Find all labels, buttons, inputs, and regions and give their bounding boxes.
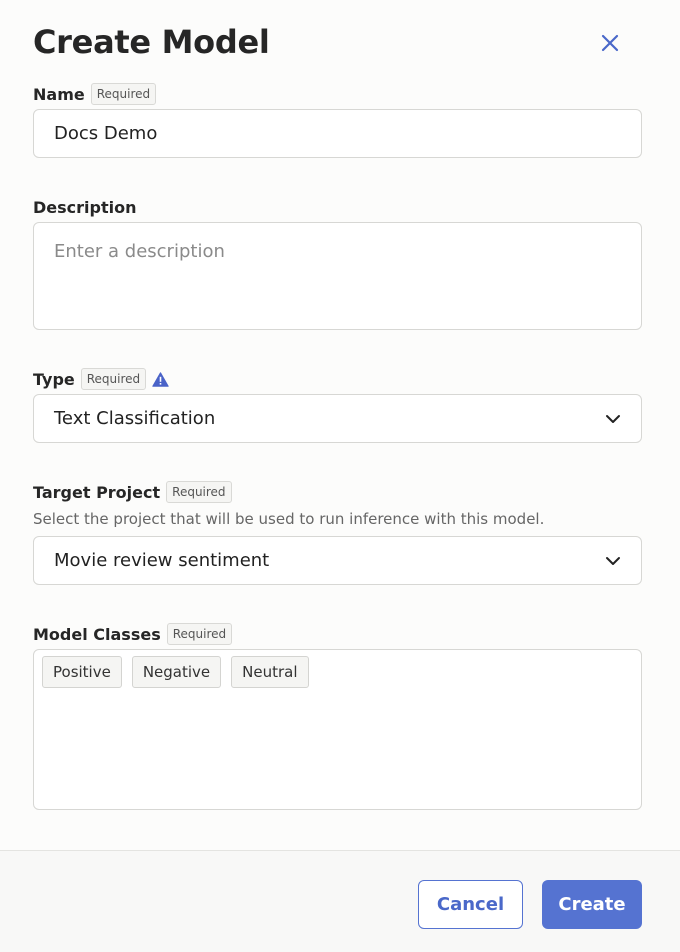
cancel-button[interactable]: Cancel bbox=[418, 880, 523, 929]
dialog-footer: Cancel Create bbox=[0, 850, 680, 952]
chevron-down-icon bbox=[606, 414, 620, 423]
chevron-down-icon bbox=[606, 556, 620, 565]
required-badge: Required bbox=[90, 83, 157, 105]
warning-triangle-icon bbox=[152, 371, 169, 387]
description-input[interactable] bbox=[33, 222, 642, 330]
type-select[interactable]: Text Classification bbox=[33, 394, 642, 443]
close-icon bbox=[601, 34, 619, 52]
target-project-helper-text: Select the project that will be used to … bbox=[33, 510, 545, 528]
target-project-select[interactable]: Movie review sentiment bbox=[33, 536, 642, 585]
target-project-label: Target Project bbox=[33, 482, 161, 502]
name-label: Name bbox=[33, 84, 85, 104]
dialog-title: Create Model bbox=[33, 23, 270, 61]
type-select-value: Text Classification bbox=[54, 408, 216, 429]
description-label-row: Description bbox=[33, 194, 136, 220]
type-label-row: Type Required bbox=[33, 366, 169, 392]
class-tag-positive[interactable]: Positive bbox=[42, 656, 122, 688]
model-classes-label: Model Classes bbox=[33, 624, 161, 644]
description-label: Description bbox=[33, 197, 137, 217]
class-tag-neutral[interactable]: Neutral bbox=[231, 656, 309, 688]
model-classes-label-row: Model Classes Required bbox=[33, 621, 233, 647]
model-classes-input[interactable]: Positive Negative Neutral bbox=[33, 649, 642, 810]
create-button[interactable]: Create bbox=[542, 880, 642, 929]
required-badge: Required bbox=[166, 481, 232, 503]
class-tag-negative[interactable]: Negative bbox=[131, 656, 222, 688]
close-button[interactable] bbox=[593, 26, 627, 60]
required-badge: Required bbox=[166, 623, 233, 645]
target-project-select-value: Movie review sentiment bbox=[54, 550, 270, 571]
name-input[interactable] bbox=[33, 109, 642, 158]
create-model-dialog: Create Model Name Required Description T… bbox=[0, 0, 680, 952]
type-label: Type bbox=[33, 369, 75, 389]
name-label-row: Name Required bbox=[33, 81, 157, 107]
dialog-header: Create Model bbox=[33, 22, 640, 62]
required-badge: Required bbox=[80, 368, 147, 390]
target-project-label-row: Target Project Required bbox=[33, 479, 232, 505]
